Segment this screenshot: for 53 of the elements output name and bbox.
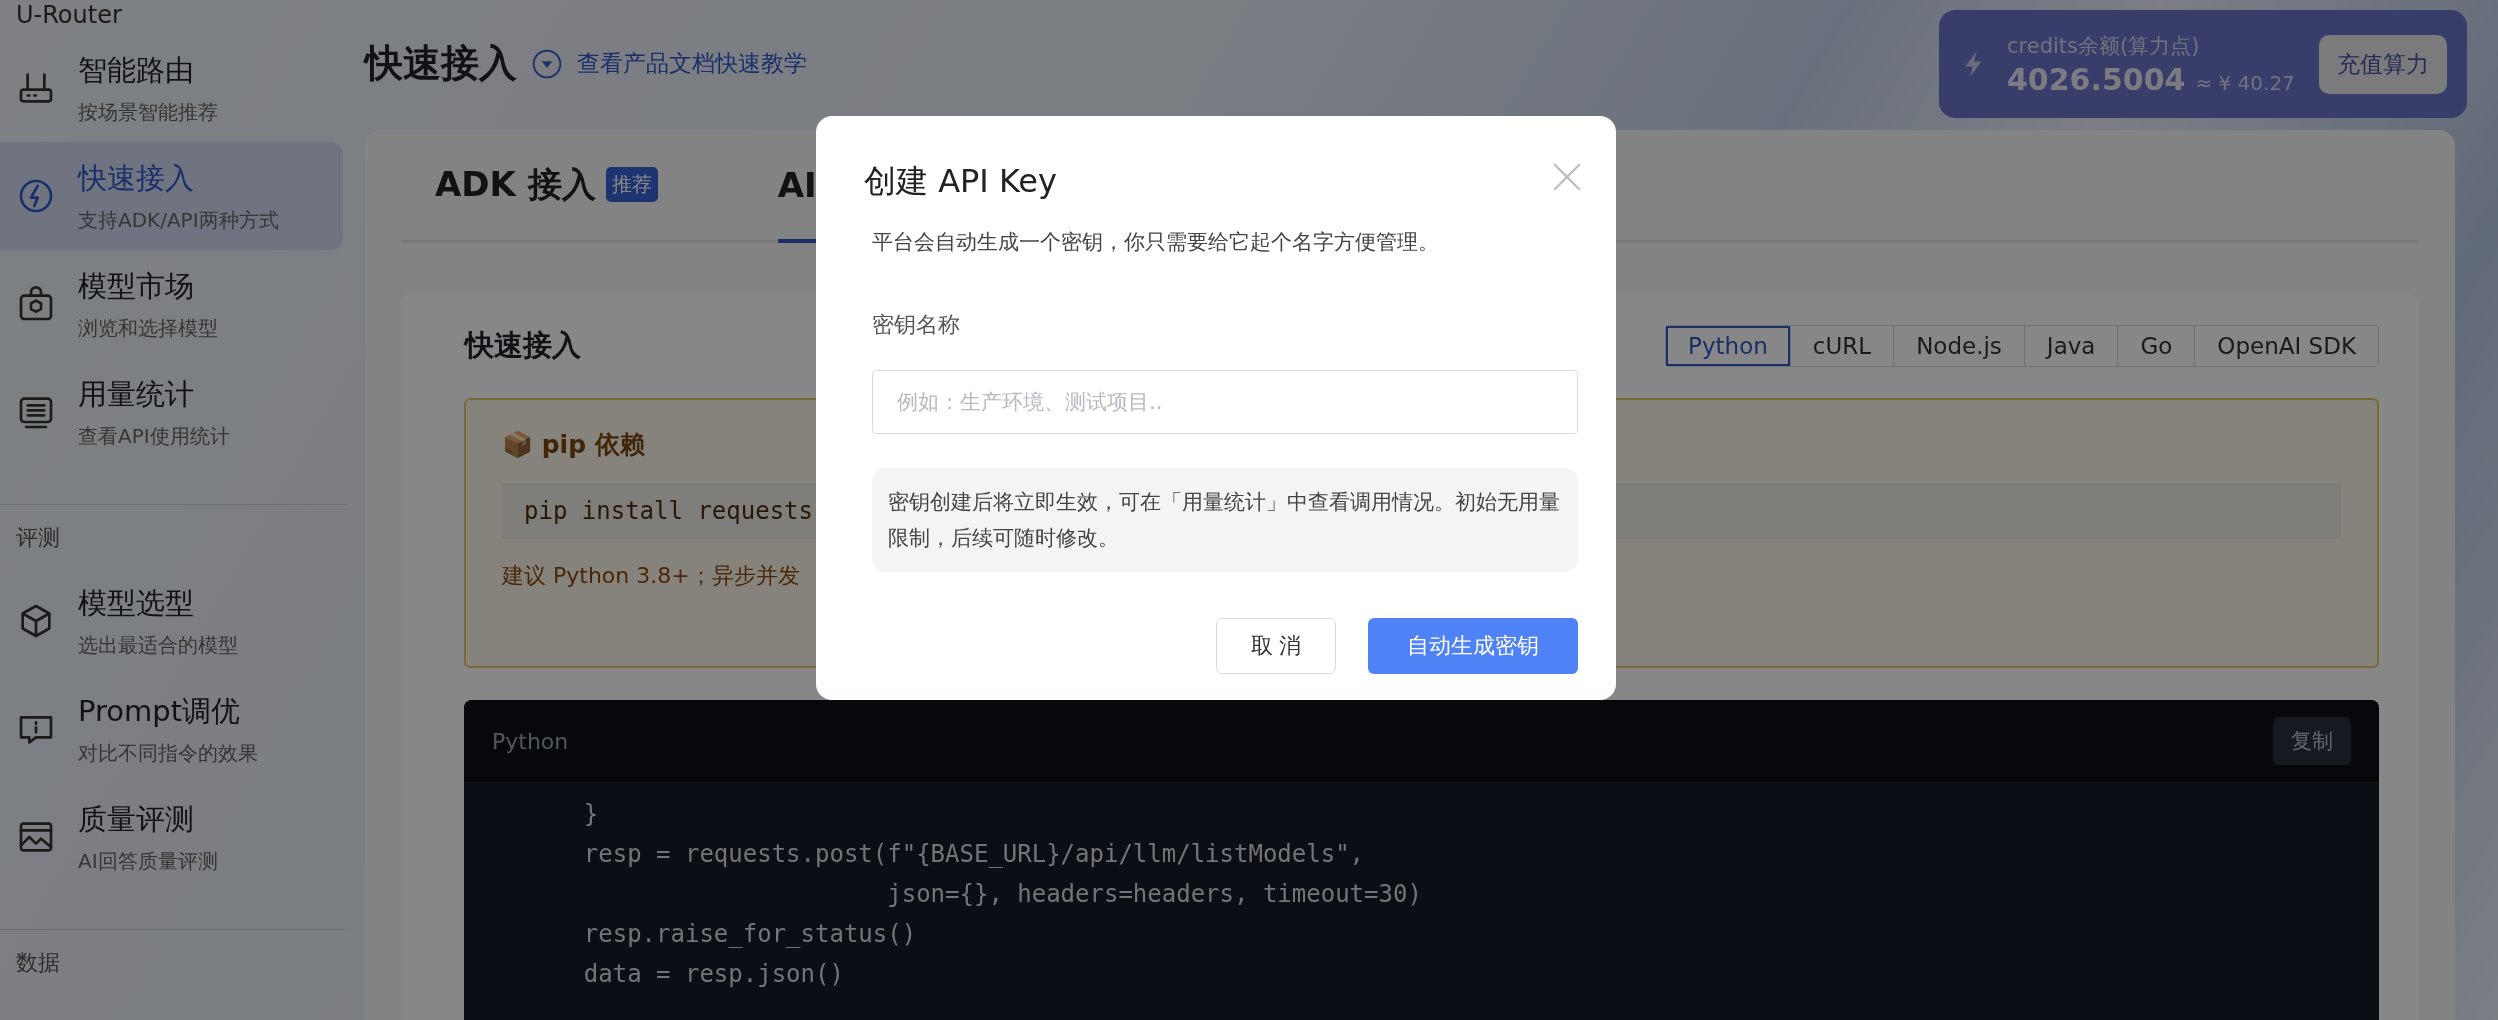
section-title: 快速接入 <box>465 326 581 364</box>
dialog-description: 平台会自动生成一个密钥，你只需要给它起个名字方便管理。 <box>872 229 1440 256</box>
sidebar-item-title: 质量评测 <box>78 800 195 838</box>
key-name-field[interactable]: 例如：生产环境、测试项目.. <box>872 370 1578 434</box>
pip-note: 建议 Python 3.8+；异步并发 <box>502 562 801 590</box>
dropdown-icon[interactable] <box>531 47 563 80</box>
section-heading: 评测 <box>15 524 61 552</box>
tab[interactable]: ADK 接入 推荐 <box>435 130 658 243</box>
code-language: Python <box>492 728 569 754</box>
sidebar-item-title: 模型选型 <box>78 584 195 622</box>
generate-key-button[interactable]: 自动生成密钥 <box>1368 618 1578 674</box>
sidebar-item[interactable]: 用量统计 查看API使用统计 <box>0 358 343 466</box>
notice-text: 密钥创建后将立即生效，可在「用量统计」中查看调用情况。初始无用量限制，后续可随时修改。 <box>872 468 1578 572</box>
sidebar-item-subtitle: 查看API使用统计 <box>78 422 230 450</box>
language-tab[interactable]: OpenAI SDK <box>2194 325 2378 366</box>
sidebar-item-subtitle: 选出最适合的模型 <box>78 631 238 659</box>
section-heading: 数据 <box>15 949 61 977</box>
sidebar-item-subtitle: 支持ADK/API两种方式 <box>78 206 279 234</box>
code-line: json={}, headers=headers, timeout=30) <box>886 879 1423 910</box>
code-line: } <box>582 799 600 830</box>
cancel-button[interactable]: 取 消 <box>1216 618 1336 674</box>
sidebar-item-title: 智能路由 <box>78 51 195 89</box>
sidebar-item-subtitle: 按场景智能推荐 <box>78 98 218 126</box>
sidebar-item-title: 快速接入 <box>78 159 195 197</box>
sidebar-item[interactable]: 质量评测 AI回答质量评测 <box>0 783 343 891</box>
dialog-title: 创建 API Key <box>864 161 1057 202</box>
sidebar-item-subtitle: AI回答质量评测 <box>78 847 218 875</box>
recommended-badge: 推荐 <box>605 167 658 202</box>
sidebar-item-title: 用量统计 <box>78 375 195 413</box>
sidebar-item[interactable]: 快速接入 支持ADK/API两种方式 <box>0 142 343 250</box>
code-line: resp.raise_for_status() <box>582 919 918 950</box>
sidebar-item-title: 模型市场 <box>78 267 195 305</box>
sidebar-item-title: Prompt调优 <box>78 692 242 730</box>
field-label: 密钥名称 <box>872 311 961 339</box>
sidebar-item[interactable]: 模型选型 选出最适合的模型 <box>0 567 343 675</box>
credits-approx: ≈ ¥ 40.27 <box>2195 70 2295 95</box>
pip-title: 📦 pip 依赖 <box>502 429 646 461</box>
credits-label: credits余额(算力点) <box>2007 32 2201 60</box>
code-line: data = resp.json() <box>582 959 845 990</box>
credits-amount: 4026.5004 <box>2007 61 2186 97</box>
command-text: pip install requests <box>524 497 813 525</box>
sidebar-item-subtitle: 对比不同指令的效果 <box>78 739 258 767</box>
sidebar-item[interactable]: 智能路由 按场景智能推荐 <box>0 34 343 142</box>
sidebar-item[interactable]: 模型市场 浏览和选择模型 <box>0 250 343 358</box>
sidebar-item-subtitle: 浏览和选择模型 <box>78 314 218 342</box>
recharge-button[interactable]: 充值算力 <box>2319 34 2447 94</box>
sidebar-item[interactable]: Prompt调优 对比不同指令的效果 <box>0 675 343 783</box>
language-tab[interactable]: Python <box>1666 325 1790 366</box>
copy-button[interactable]: 复制 <box>2273 717 2351 765</box>
docs-link[interactable]: 查看产品文档快速教学 <box>577 48 807 79</box>
page-title: 快速接入 <box>365 40 517 87</box>
code-line: resp = requests.post(f"{BASE_URL}/api/llm/listModels", <box>582 839 1366 870</box>
brand-name: U-Router <box>15 0 122 31</box>
